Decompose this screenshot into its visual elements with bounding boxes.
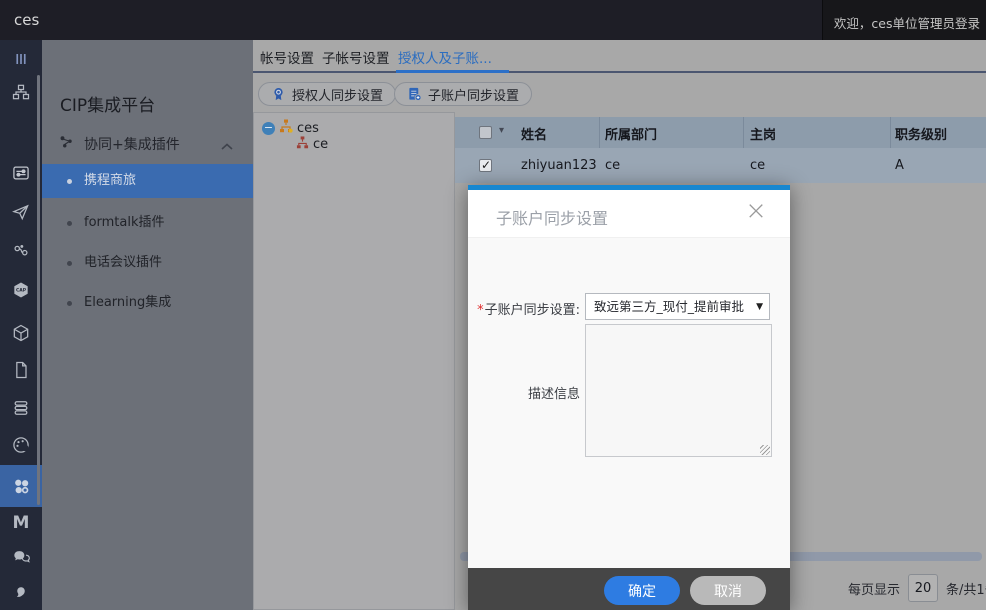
- table-header: ▾ 姓名 所属部门 主岗 职务级别: [455, 117, 986, 148]
- col-dept: 所属部门: [605, 124, 657, 143]
- row-checkbox[interactable]: [479, 159, 492, 172]
- document-icon[interactable]: [0, 356, 42, 384]
- resize-grip-icon[interactable]: [760, 445, 770, 455]
- sliders-panel-icon[interactable]: [0, 159, 42, 187]
- active-tab-underline: [396, 70, 509, 73]
- per-page-input[interactable]: [908, 574, 938, 602]
- table-row[interactable]: zhiyuan123 ce ce A: [455, 148, 986, 183]
- app-root: ces 欢迎，ces单位管理员登录 CAP: [0, 0, 986, 610]
- comment-curve-icon[interactable]: [0, 579, 42, 607]
- cap-badge-icon[interactable]: CAP: [0, 276, 42, 304]
- palette-icon[interactable]: [0, 431, 42, 459]
- icon-rail: CAP M: [0, 40, 42, 610]
- description-textarea[interactable]: [585, 324, 772, 457]
- svg-text:CAP: CAP: [16, 288, 27, 294]
- bullet-icon: [67, 221, 72, 226]
- tree-node-root[interactable]: − ces: [262, 119, 319, 137]
- close-icon[interactable]: ×: [740, 194, 772, 230]
- sidebar-title: CIP集成平台: [60, 91, 155, 116]
- cell-post: ce: [750, 158, 765, 173]
- per-page-label: 每页显示: [848, 579, 900, 598]
- dialog-header: 子账户同步设置 ×: [468, 190, 790, 238]
- confirm-button[interactable]: 确定: [604, 576, 680, 605]
- top-bar: ces 欢迎，ces单位管理员登录: [0, 0, 986, 40]
- authorizer-sync-button[interactable]: 授权人同步设置: [258, 82, 396, 106]
- chain-link-icon[interactable]: [0, 237, 42, 265]
- chat-bubbles-icon[interactable]: [0, 543, 42, 571]
- sidebar-group-label: 协同+集成插件: [84, 134, 180, 154]
- org-tree-panel: − ces ce: [253, 112, 455, 610]
- bullet-icon: [67, 261, 72, 266]
- chevron-down-icon[interactable]: ▾: [499, 125, 504, 136]
- sitemap-icon[interactable]: [0, 78, 42, 106]
- sidebar-item-conference[interactable]: 电话会议插件: [42, 246, 253, 280]
- sync-field-label: *子账户同步设置:: [468, 299, 580, 318]
- rail-scrollbar[interactable]: [37, 75, 40, 505]
- cell-name: zhiyuan123: [521, 158, 597, 173]
- toolbar: 授权人同步设置 子账户同步设置: [253, 75, 986, 112]
- sidebar-item-elearning[interactable]: Elearning集成: [42, 286, 253, 320]
- pagination: 每页显示 条/共1条: [848, 574, 986, 602]
- doc-add-icon: [407, 86, 422, 102]
- sync-setting-select[interactable]: 致远第三方_现付_提前审批 ▼: [585, 293, 770, 320]
- tree-node-child[interactable]: ce: [296, 136, 328, 153]
- description-label: 描述信息: [468, 383, 580, 402]
- module-m-icon[interactable]: M: [0, 509, 42, 537]
- send-icon[interactable]: [0, 198, 42, 226]
- sidebar-item-ctrip[interactable]: 携程商旅: [42, 164, 253, 198]
- column-divider: [599, 117, 600, 148]
- layers-icon[interactable]: [0, 394, 42, 422]
- chevron-up-icon[interactable]: [220, 137, 234, 156]
- dialog-body: *子账户同步设置: 致远第三方_现付_提前审批 ▼ 描述信息: [468, 238, 790, 568]
- subaccount-sync-dialog: 子账户同步设置 × *子账户同步设置: 致远第三方_现付_提前审批 ▼ 描述信息…: [468, 185, 790, 610]
- sidebar-item-formtalk[interactable]: formtalk插件: [42, 206, 253, 240]
- menu-icon[interactable]: [0, 45, 42, 73]
- col-name: 姓名: [521, 124, 547, 143]
- col-level: 职务级别: [895, 124, 947, 143]
- required-asterisk: *: [477, 303, 484, 318]
- caret-down-icon: ▼: [756, 294, 763, 320]
- column-divider: [743, 117, 744, 148]
- cancel-button[interactable]: 取消: [690, 576, 766, 605]
- tab-authorizer[interactable]: 授权人及子账...: [398, 47, 492, 67]
- sidebar: CIP集成平台 协同+集成插件 携程商旅 formtalk插件 电话会议插件 E…: [42, 40, 253, 610]
- column-divider: [890, 117, 891, 148]
- tab-bar: 帐号设置 子帐号设置 授权人及子账...: [253, 40, 986, 73]
- cube-icon[interactable]: [0, 319, 42, 347]
- bullet-icon: [67, 179, 72, 184]
- subaccount-sync-button[interactable]: 子账户同步设置: [394, 82, 532, 106]
- cell-dept: ce: [605, 158, 620, 173]
- medal-icon: [271, 86, 286, 103]
- topbar-user-zone: 欢迎，ces单位管理员登录: [822, 0, 986, 40]
- org-unit-icon: [296, 136, 309, 153]
- collapse-icon[interactable]: −: [262, 122, 275, 135]
- cell-level: A: [895, 158, 904, 173]
- sidebar-group-plugins[interactable]: 协同+集成插件: [42, 128, 253, 158]
- org-unit-icon: [279, 119, 293, 137]
- bullet-icon: [67, 301, 72, 306]
- dialog-title: 子账户同步设置: [496, 205, 608, 229]
- select-all-checkbox[interactable]: [479, 126, 492, 139]
- dialog-footer: 确定 取消: [468, 568, 790, 610]
- share-icon: [58, 133, 76, 155]
- tab-account-settings[interactable]: 帐号设置: [260, 47, 314, 67]
- total-label: 条/共1条: [946, 579, 986, 598]
- apps-clover-icon[interactable]: [0, 465, 42, 507]
- welcome-text: 欢迎，ces单位管理员登录: [834, 13, 980, 32]
- app-title: ces: [14, 11, 39, 29]
- col-post: 主岗: [750, 124, 776, 143]
- tab-subaccount-settings[interactable]: 子帐号设置: [322, 47, 390, 67]
